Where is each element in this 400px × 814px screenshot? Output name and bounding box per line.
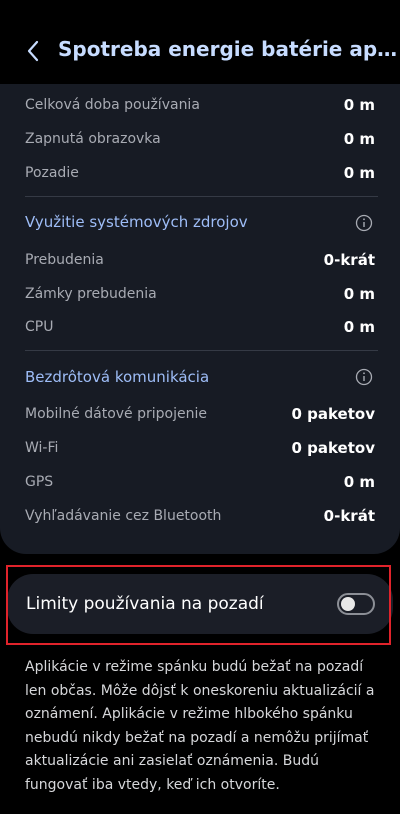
row-label: Zapnutá obrazovka bbox=[25, 131, 161, 147]
divider bbox=[25, 196, 378, 197]
section-title-system: Využitie systémových zdrojov bbox=[25, 213, 248, 231]
page-title: Spotreba energie batérie aplikácie bbox=[58, 37, 398, 61]
row-label: Pozadie bbox=[25, 165, 79, 181]
divider bbox=[25, 350, 378, 351]
usage-row-screen-on: Zapnutá obrazovka 0 m bbox=[25, 127, 375, 151]
row-label: Mobilné dátové pripojenie bbox=[25, 406, 207, 422]
row-value: 0-krát bbox=[323, 507, 375, 525]
system-row-cpu: CPU 0 m bbox=[25, 315, 375, 339]
wireless-row-wifi: Wi-Fi 0 paketov bbox=[25, 436, 375, 460]
row-value: 0 paketov bbox=[291, 439, 375, 457]
row-label: Celková doba používania bbox=[25, 97, 200, 113]
row-value: 0 m bbox=[343, 318, 375, 336]
system-row-wakelocks: Zámky prebudenia 0 m bbox=[25, 282, 375, 306]
chevron-left-icon bbox=[27, 40, 39, 62]
wireless-row-bluetooth-scan: Vyhľadávanie cez Bluetooth 0-krát bbox=[25, 504, 375, 528]
row-value: 0-krát bbox=[323, 251, 375, 269]
row-label: CPU bbox=[25, 319, 54, 335]
row-label: Zámky prebudenia bbox=[25, 286, 157, 302]
wireless-row-mobile-data: Mobilné dátové pripojenie 0 paketov bbox=[25, 402, 375, 426]
row-value: 0 m bbox=[343, 285, 375, 303]
row-label: Prebudenia bbox=[25, 252, 104, 268]
usage-row-background: Pozadie 0 m bbox=[25, 161, 375, 185]
background-limits-toggle[interactable] bbox=[337, 593, 375, 615]
app-bar: Spotreba energie batérie aplikácie bbox=[0, 0, 400, 84]
wireless-row-gps: GPS 0 m bbox=[25, 470, 375, 494]
row-value: 0 m bbox=[343, 130, 375, 148]
background-limits-description: Aplikácie v režime spánku budú bežať na … bbox=[25, 659, 375, 793]
background-limits-label: Limity používania na pozadí bbox=[26, 594, 264, 614]
row-value: 0 m bbox=[343, 473, 375, 491]
battery-usage-card: Celková doba používania 0 m Zapnutá obra… bbox=[0, 84, 400, 554]
info-icon[interactable] bbox=[355, 368, 373, 386]
row-value: 0 paketov bbox=[291, 405, 375, 423]
row-value: 0 m bbox=[343, 164, 375, 182]
row-label: GPS bbox=[25, 474, 54, 490]
toggle-knob bbox=[341, 597, 355, 611]
usage-row-total: Celková doba používania 0 m bbox=[25, 93, 375, 117]
back-button[interactable] bbox=[18, 34, 48, 68]
system-row-wakeups: Prebudenia 0-krát bbox=[25, 248, 375, 272]
row-label: Vyhľadávanie cez Bluetooth bbox=[25, 508, 222, 524]
info-icon[interactable] bbox=[355, 214, 373, 232]
section-title-wireless: Bezdrôtová komunikácia bbox=[25, 368, 210, 386]
row-label: Wi-Fi bbox=[25, 440, 59, 456]
row-value: 0 m bbox=[343, 96, 375, 114]
